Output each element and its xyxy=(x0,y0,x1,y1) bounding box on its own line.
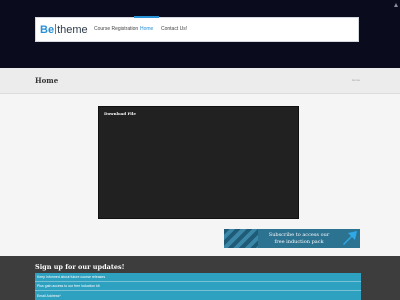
arrow-icon xyxy=(343,231,357,245)
navigation-bar: Be theme Course Registration Home Contact… xyxy=(35,16,359,42)
email-label: Email Address* xyxy=(37,294,61,298)
subheader: Home Home xyxy=(0,68,400,94)
video-title: Download File xyxy=(104,111,136,116)
logo-theme-text: theme xyxy=(57,24,88,36)
nav-item-course-registration[interactable]: Course Registration xyxy=(94,18,138,41)
top-bar: Be theme Course Registration Home Contact… xyxy=(0,0,400,68)
divider xyxy=(35,290,361,291)
logo-be-text: Be xyxy=(40,24,55,36)
logo[interactable]: Be theme xyxy=(40,23,88,37)
divider xyxy=(35,281,361,282)
logo-separator xyxy=(55,24,57,34)
signup-text-1: Keep informed about future course releas… xyxy=(37,275,106,279)
scroll-up-icon[interactable] xyxy=(394,3,398,9)
banner-line-1: Subscribe to access our xyxy=(268,232,330,238)
banner-stripes xyxy=(224,229,258,248)
page-title: Home xyxy=(35,76,59,85)
breadcrumb[interactable]: Home xyxy=(352,78,360,82)
signup-text-2: Plus gain access to our free induction k… xyxy=(37,284,100,288)
banner-line-2: free induction pack xyxy=(274,239,324,245)
subscribe-banner[interactable]: Subscribe to access our free induction p… xyxy=(224,229,360,248)
video-player[interactable]: Download File xyxy=(98,106,299,219)
nav-item-contact-us[interactable]: Contact Us! xyxy=(161,18,187,41)
signup-title: Sign up for our updates! xyxy=(35,263,125,271)
signup-form: Keep informed about future course releas… xyxy=(35,273,361,300)
signup-section: Sign up for our updates! Keep informed a… xyxy=(0,256,400,300)
nav-item-home[interactable]: Home xyxy=(133,16,160,41)
